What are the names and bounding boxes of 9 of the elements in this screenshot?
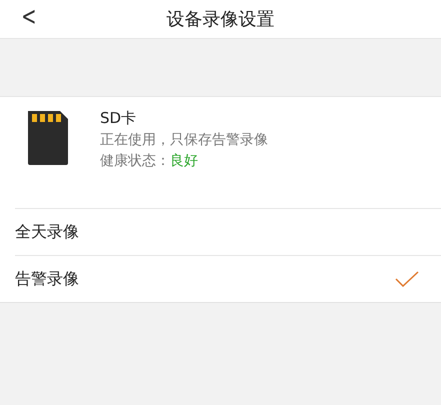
sd-card-icon [26,111,70,165]
usage-text: 正在使用，只保存告警录像 [100,131,268,149]
page-title: 设备录像设置 [166,8,274,31]
back-button[interactable]: < [20,2,38,32]
health-label: 健康状态： [100,152,170,170]
card-name: SD卡 [100,109,138,128]
option-item[interactable]: 全天录像 [15,208,441,255]
health-value: 良好 [170,152,198,170]
option-item[interactable]: 告警录像 [15,255,441,302]
